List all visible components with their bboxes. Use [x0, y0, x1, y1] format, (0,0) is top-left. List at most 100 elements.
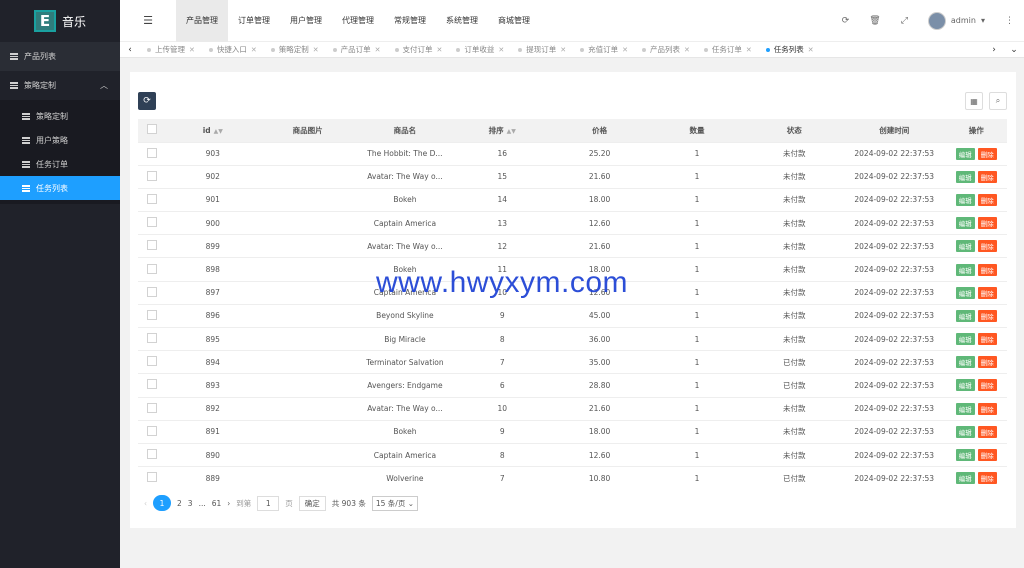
logo[interactable]: E 音乐: [0, 0, 120, 42]
close-icon[interactable]: ✕: [251, 46, 257, 54]
table-row[interactable]: 900 Captain America 13 12.60 1 未付款 2024-09-02 …: [138, 211, 1007, 235]
top-menu-users[interactable]: 用户管理: [280, 0, 332, 42]
next-page-icon[interactable]: ›: [227, 499, 230, 508]
delete-button[interactable]: 删除: [977, 286, 997, 299]
page-link[interactable]: 3: [188, 499, 193, 508]
top-menu-orders[interactable]: 订单管理: [228, 0, 280, 42]
delete-button[interactable]: 删除: [977, 402, 997, 415]
edit-button[interactable]: 编辑: [955, 240, 975, 253]
row-checkbox[interactable]: [147, 449, 158, 460]
edit-button[interactable]: 编辑: [955, 263, 975, 276]
tab-item[interactable]: 充值订单 ✕: [573, 44, 635, 55]
tab-item[interactable]: 产品列表 ✕: [635, 44, 697, 55]
edit-button[interactable]: 编辑: [955, 402, 975, 415]
sidebar-item-user-strategy[interactable]: 用户策略: [0, 128, 120, 152]
top-menu-agents[interactable]: 代理管理: [332, 0, 384, 42]
sidebar-group-strategy[interactable]: 策略定制 ︿: [0, 71, 120, 100]
sidebar-item-task-list[interactable]: 任务列表: [0, 176, 120, 200]
close-icon[interactable]: ✕: [684, 46, 690, 54]
page-link[interactable]: 2: [177, 499, 182, 508]
delete-button[interactable]: 删除: [977, 170, 997, 183]
prev-page-icon[interactable]: ‹: [144, 499, 147, 508]
close-icon[interactable]: ✕: [560, 46, 566, 54]
tab-item[interactable]: 提现订单 ✕: [511, 44, 573, 55]
edit-button[interactable]: 编辑: [955, 472, 975, 485]
goto-confirm-button[interactable]: 确定: [298, 495, 326, 511]
edit-button[interactable]: 编辑: [955, 286, 975, 299]
tabs-next-icon[interactable]: ›: [984, 45, 1004, 55]
row-checkbox[interactable]: [147, 472, 158, 483]
row-checkbox[interactable]: [147, 170, 158, 181]
row-checkbox[interactable]: [147, 356, 158, 367]
more-icon[interactable]: ⋮: [1005, 16, 1014, 26]
table-row[interactable]: 896 Beyond Skyline 9 45.00 1 未付款 2024-09-02 22…: [138, 303, 1007, 328]
user-menu[interactable]: admin ▾: [927, 11, 985, 30]
row-checkbox[interactable]: [147, 425, 158, 436]
top-menu-system[interactable]: 系统管理: [436, 0, 488, 42]
edit-button[interactable]: 编辑: [955, 217, 975, 230]
delete-button[interactable]: 删除: [977, 263, 997, 276]
table-row[interactable]: 901 Bokeh 14 18.00 1 未付款 2024-09-02 22:37:53 编辑…: [138, 187, 1007, 212]
close-icon[interactable]: ✕: [189, 46, 195, 54]
delete-button[interactable]: 删除: [977, 193, 997, 206]
close-icon[interactable]: ✕: [498, 46, 504, 54]
page-link[interactable]: 61: [212, 499, 222, 508]
delete-button[interactable]: 删除: [977, 309, 997, 322]
header-id[interactable]: id ▲▼: [166, 119, 259, 142]
close-icon[interactable]: ✕: [622, 46, 628, 54]
row-checkbox[interactable]: [147, 263, 158, 274]
tab-item[interactable]: 任务列表 ✕: [759, 44, 821, 55]
edit-button[interactable]: 编辑: [955, 333, 975, 346]
close-icon[interactable]: ✕: [808, 46, 814, 54]
edit-button[interactable]: 编辑: [955, 147, 975, 160]
row-checkbox[interactable]: [147, 286, 158, 297]
sidebar-item-strategy[interactable]: 策略定制: [0, 104, 120, 128]
tab-item[interactable]: 上传管理 ✕: [140, 44, 202, 55]
trash-icon[interactable]: 🗑: [869, 16, 880, 26]
edit-button[interactable]: 编辑: [955, 449, 975, 462]
table-row[interactable]: 889 Wolverine 7 10.80 1 已付款 2024-09-02 22:37:5…: [138, 466, 1007, 490]
table-row[interactable]: 899 Avatar: The Way o... 12 21.60 1 未付款 2024-0…: [138, 234, 1007, 258]
table-row[interactable]: 902 Avatar: The Way o... 15 21.60 1 未付款 2024-0…: [138, 164, 1007, 189]
search-button[interactable]: ⌕: [989, 92, 1007, 110]
edit-button[interactable]: 编辑: [955, 425, 975, 438]
close-icon[interactable]: ✕: [746, 46, 752, 54]
delete-button[interactable]: 删除: [977, 449, 997, 462]
tabs-dropdown-icon[interactable]: ⌄: [1004, 45, 1024, 55]
page-current[interactable]: 1: [153, 495, 171, 511]
delete-button[interactable]: 删除: [977, 240, 997, 253]
edit-button[interactable]: 编辑: [955, 309, 975, 322]
tabs-prev-icon[interactable]: ‹: [120, 45, 140, 55]
select-all-checkbox[interactable]: [147, 124, 158, 135]
close-icon[interactable]: ✕: [437, 46, 443, 54]
top-menu-product[interactable]: 产品管理: [176, 0, 228, 42]
tab-item[interactable]: 策略定制 ✕: [264, 44, 326, 55]
header-sort[interactable]: 排序 ▲▼: [453, 119, 551, 142]
tab-item[interactable]: 支付订单 ✕: [388, 44, 450, 55]
edit-button[interactable]: 编辑: [955, 170, 975, 183]
row-checkbox[interactable]: [147, 193, 158, 204]
refresh-icon[interactable]: ⟳: [842, 16, 850, 26]
goto-page-input[interactable]: 1: [257, 495, 280, 511]
table-row[interactable]: 890 Captain America 8 12.60 1 未付款 2024-09-02 2…: [138, 442, 1007, 467]
close-icon[interactable]: ✕: [375, 46, 381, 54]
page-size-select[interactable]: 15 条/页 ⌄: [371, 495, 419, 511]
delete-button[interactable]: 删除: [977, 333, 997, 346]
row-checkbox[interactable]: [147, 147, 158, 158]
row-checkbox[interactable]: [147, 217, 158, 228]
table-row[interactable]: 891 Bokeh 9 18.00 1 未付款 2024-09-02 22:37:53 编辑删…: [138, 419, 1007, 444]
edit-button[interactable]: 编辑: [955, 356, 975, 369]
edit-button[interactable]: 编辑: [955, 379, 975, 392]
delete-button[interactable]: 删除: [977, 147, 997, 160]
table-row[interactable]: 892 Avatar: The Way o... 10 21.60 1 未付款 2024-0…: [138, 396, 1007, 421]
row-checkbox[interactable]: [147, 402, 158, 413]
delete-button[interactable]: 删除: [977, 217, 997, 230]
delete-button[interactable]: 删除: [977, 425, 997, 438]
row-checkbox[interactable]: [147, 240, 158, 251]
delete-button[interactable]: 删除: [977, 356, 997, 369]
top-menu-mall[interactable]: 商城管理: [488, 0, 540, 42]
table-row[interactable]: 893 Avengers: Endgame 6 28.80 1 已付款 2024-09-02…: [138, 373, 1007, 398]
table-row[interactable]: 895 Big Miracle 8 36.00 1 未付款 2024-09-02 22:37…: [138, 326, 1007, 351]
close-icon[interactable]: ✕: [313, 46, 319, 54]
columns-button[interactable]: ▦: [965, 92, 983, 110]
